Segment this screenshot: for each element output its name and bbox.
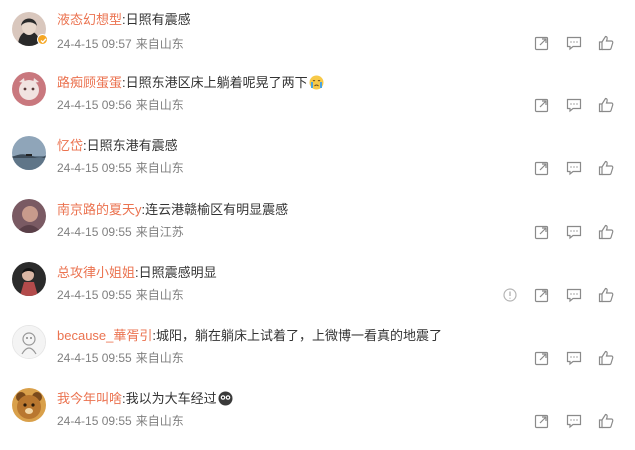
- comment-text: 连云港赣榆区有明显震感: [145, 202, 289, 217]
- comment-text: 日照震感明显: [138, 265, 217, 280]
- like-icon[interactable]: [597, 34, 615, 52]
- comment-text: 日照东港区床上躺着呢晃了两下: [125, 75, 308, 90]
- comment-item: 液态幻想型:日照有震感 24-4-15 09:57 来自山东: [0, 8, 635, 71]
- comment-item: 南京路的夏天y:连云港赣榆区有明显震感 24-4-15 09:55 来自江苏: [0, 198, 635, 261]
- comment-item: 忆岱:日照东港有震感 24-4-15 09:55 来自山东: [0, 134, 635, 197]
- report-icon[interactable]: [501, 286, 519, 304]
- like-icon[interactable]: [597, 159, 615, 177]
- comment-username[interactable]: 路痴顾蛋蛋: [57, 75, 122, 90]
- crying-face-icon: [309, 75, 324, 90]
- comment-icon[interactable]: [565, 96, 583, 114]
- comment-username[interactable]: because_華胥引: [57, 328, 152, 343]
- comment-item: because_華胥引:城阳，躺在躺床上试着了，上微博一看真的地震了 24-4-…: [0, 324, 635, 387]
- comment-item: 总攻律小姐姐:日照震感明显 24-4-15 09:55 来自山东: [0, 261, 635, 324]
- forward-icon[interactable]: [533, 159, 551, 177]
- forward-icon[interactable]: [533, 349, 551, 367]
- like-icon[interactable]: [597, 412, 615, 430]
- forward-icon[interactable]: [533, 412, 551, 430]
- like-icon[interactable]: [597, 96, 615, 114]
- comment-username[interactable]: 忆岱: [57, 138, 83, 153]
- comment-icon[interactable]: [565, 412, 583, 430]
- comment-username[interactable]: 总攻律小姐姐: [57, 265, 135, 280]
- comment-text: 我以为大车经过: [125, 391, 217, 406]
- like-icon[interactable]: [597, 286, 615, 304]
- forward-icon[interactable]: [533, 223, 551, 241]
- comment-username[interactable]: 我今年叫啥: [57, 391, 122, 406]
- like-icon[interactable]: [597, 223, 615, 241]
- comment-item: 路痴顾蛋蛋:日照东港区床上躺着呢晃了两下 24-4-15 09:56 来自山东: [0, 71, 635, 134]
- comment-icon[interactable]: [565, 286, 583, 304]
- forward-icon[interactable]: [533, 286, 551, 304]
- comment-item: 我今年叫啥:我以为大车经过 24-4-15 09:55 来自山东: [0, 387, 635, 450]
- comment-text: 日照有震感: [125, 12, 191, 27]
- comment-username[interactable]: 液态幻想型: [57, 12, 122, 27]
- comment-icon[interactable]: [565, 349, 583, 367]
- comment-username[interactable]: 南京路的夏天y: [57, 202, 142, 217]
- comment-icon[interactable]: [565, 159, 583, 177]
- comment-text: 日照东港有震感: [86, 138, 178, 153]
- forward-icon[interactable]: [533, 34, 551, 52]
- comment-icon[interactable]: [565, 223, 583, 241]
- like-icon[interactable]: [597, 349, 615, 367]
- comment-icon[interactable]: [565, 34, 583, 52]
- forward-icon[interactable]: [533, 96, 551, 114]
- comment-text: 城阳，躺在躺床上试着了，上微博一看真的地震了: [156, 328, 443, 343]
- shocked-face-icon: [218, 391, 233, 406]
